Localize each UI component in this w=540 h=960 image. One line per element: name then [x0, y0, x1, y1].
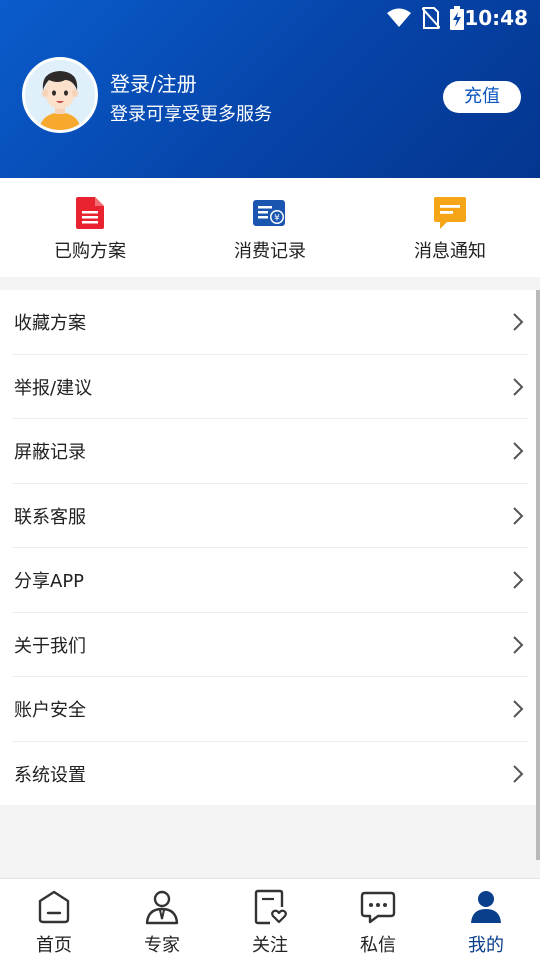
menu-item-account-security[interactable]: 账户安全: [0, 677, 540, 742]
chevron-right-icon: [513, 442, 524, 460]
home-icon: [34, 887, 74, 927]
tab-experts[interactable]: 专家: [108, 879, 216, 960]
recharge-button[interactable]: 充值: [443, 81, 521, 113]
chevron-right-icon: [513, 700, 524, 718]
chevron-right-icon: [513, 765, 524, 783]
chat-icon: [358, 887, 398, 927]
bottom-tab-bar: 首页 专家 关注 私信 我的: [0, 878, 540, 960]
follow-icon: [250, 887, 290, 927]
menu-item-label: 联系客服: [14, 506, 86, 528]
quick-actions: 已购方案 ¥ 消费记录 消息通知: [0, 178, 540, 277]
menu-item-label: 系统设置: [14, 764, 86, 786]
menu-item-about[interactable]: 关于我们: [0, 613, 540, 678]
quick-label: 消息通知: [414, 241, 486, 262]
avatar-illustration: [25, 60, 95, 130]
status-icons: [386, 6, 464, 30]
chevron-right-icon: [513, 507, 524, 525]
menu-item-label: 举报/建议: [14, 377, 93, 399]
quick-label: 已购方案: [54, 241, 126, 262]
user-icon: [466, 887, 506, 927]
tab-home[interactable]: 首页: [0, 879, 108, 960]
chevron-right-icon: [513, 313, 524, 331]
scrollbar[interactable]: [536, 290, 540, 860]
menu-item-label: 分享APP: [14, 571, 85, 593]
chevron-right-icon: [513, 571, 524, 589]
status-bar: 10:48: [0, 0, 540, 36]
tab-label: 我的: [468, 935, 504, 956]
expert-icon: [142, 887, 182, 927]
tab-label: 首页: [36, 935, 72, 956]
login-hint: 登录可享受更多服务: [110, 104, 272, 125]
tab-follow[interactable]: 关注: [216, 879, 324, 960]
tab-label: 私信: [360, 935, 396, 956]
tab-mine[interactable]: 我的: [432, 879, 540, 960]
menu-item-label: 关于我们: [14, 635, 86, 657]
settings-menu: 收藏方案 举报/建议 屏蔽记录 联系客服 分享APP 关于我们 账户安全 系统设…: [0, 290, 540, 805]
quick-consumption-records[interactable]: ¥ 消费记录: [180, 178, 360, 277]
profile-header: 10:48 登录/注册 登录可享受更多服务 充值: [0, 0, 540, 178]
avatar[interactable]: [22, 57, 98, 133]
menu-item-system-settings[interactable]: 系统设置: [0, 742, 540, 807]
chevron-right-icon: [513, 378, 524, 396]
battery-charging-icon: [450, 6, 464, 30]
quick-purchased-plans[interactable]: 已购方案: [0, 178, 180, 277]
status-time: 10:48: [464, 6, 528, 30]
menu-item-report[interactable]: 举报/建议: [0, 355, 540, 420]
quick-label: 消费记录: [234, 241, 306, 262]
menu-item-label: 屏蔽记录: [14, 442, 86, 464]
receipt-yen-icon: ¥: [253, 196, 287, 230]
menu-item-customer-service[interactable]: 联系客服: [0, 484, 540, 549]
no-sim-icon: [422, 7, 440, 29]
message-icon: [433, 196, 467, 230]
document-icon: [73, 196, 107, 230]
menu-item-favorites[interactable]: 收藏方案: [0, 290, 540, 355]
quick-message-notifications[interactable]: 消息通知: [360, 178, 540, 277]
menu-item-label: 账户安全: [14, 700, 86, 722]
menu-item-blocked[interactable]: 屏蔽记录: [0, 419, 540, 484]
tab-label: 关注: [252, 935, 288, 956]
chevron-right-icon: [513, 636, 524, 654]
login-register-link[interactable]: 登录/注册: [110, 68, 197, 97]
svg-text:¥: ¥: [274, 214, 280, 224]
menu-item-label: 收藏方案: [14, 313, 86, 335]
menu-item-share-app[interactable]: 分享APP: [0, 548, 540, 613]
wifi-icon: [387, 8, 411, 27]
tab-messages[interactable]: 私信: [324, 879, 432, 960]
tab-label: 专家: [144, 935, 180, 956]
